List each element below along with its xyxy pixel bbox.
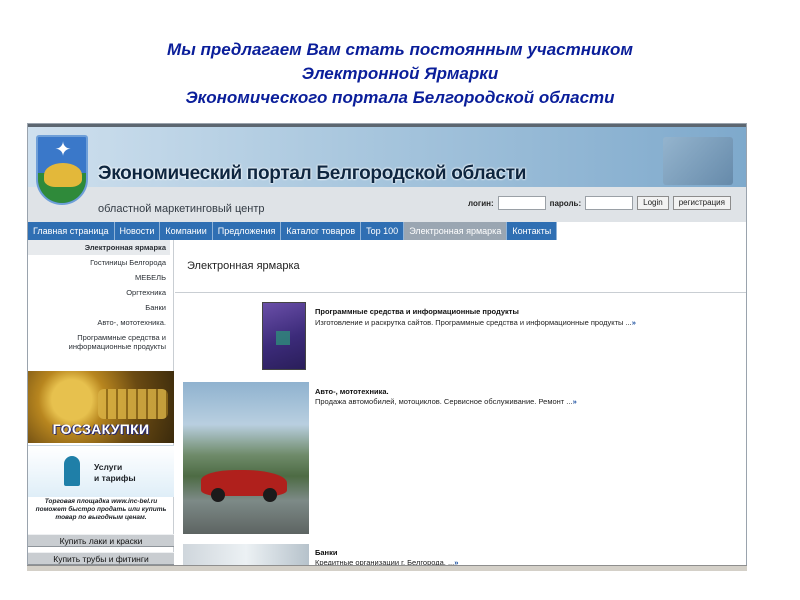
item-desc-software: Изготовление и раскрутка сайтов. Програм… [315, 318, 636, 327]
promo-text: Торговая площадка www.inc-bel.ru поможет… [35, 498, 167, 521]
sidebar: Электронная ярмарка Гостиницы Белгорода … [28, 240, 174, 570]
nav-item-news[interactable]: Новости [115, 222, 161, 240]
slide-title-line-1: Мы предлагаем Вам стать постоянным участ… [167, 40, 633, 59]
goszakupki-label: ГОСЗАКУПКИ [52, 421, 150, 437]
item-title-banks[interactable]: Банки [315, 548, 337, 557]
slide-title: Мы предлагаем Вам стать постоянным участ… [0, 38, 800, 110]
nav-item-offers[interactable]: Предложения [213, 222, 282, 240]
password-label: пароль: [549, 198, 582, 208]
person-icon [64, 456, 80, 486]
register-button[interactable]: регистрация [672, 196, 731, 210]
slide-title-line-2: Электронной Ярмарки [301, 64, 499, 83]
sidebar-item-software[interactable]: Программные средства и информационные пр… [28, 330, 170, 354]
nav-item-companies[interactable]: Компании [160, 222, 213, 240]
sidebar-item-furniture[interactable]: МЕБЕЛЬ [28, 270, 170, 285]
eagle-icon: ✦ [54, 139, 72, 161]
nav-item-home[interactable]: Главная страница [28, 222, 115, 240]
nav-item-top100[interactable]: Top 100 [361, 222, 405, 240]
sidebar-item-e-fair[interactable]: Электронная ярмарка [28, 240, 170, 255]
nav-item-contacts[interactable]: Контакты [507, 222, 558, 240]
content-divider [175, 292, 746, 293]
services-label: Услуги и тарифы [94, 462, 136, 483]
services-banner[interactable]: Услуги и тарифы [28, 445, 174, 497]
car-wheel [263, 488, 277, 502]
portal-header: ✦ Экономический портал Белгородской обла… [28, 127, 746, 222]
buy-paints-button[interactable]: Купить лаки и краски [28, 534, 174, 547]
more-link[interactable]: » [632, 318, 636, 327]
coat-of-arms-logo[interactable]: ✦ [36, 135, 88, 205]
sidebar-item-banks[interactable]: Банки [28, 300, 170, 315]
main-content: Электронная ярмарка Программные средства… [175, 240, 746, 570]
portal-screenshot: ✦ Экономический портал Белгородской обла… [27, 123, 747, 571]
portal-title: Экономический портал Белгородской област… [98, 163, 527, 184]
coins-image [98, 389, 168, 419]
nav-item-catalog[interactable]: Каталог товаров [281, 222, 362, 240]
main-nav: Главная страница Новости Компании Предло… [28, 222, 746, 240]
auto-thumbnail[interactable] [183, 382, 309, 534]
item-desc-auto: Продажа автомобилей, мотоциклов. Сервисн… [315, 397, 577, 406]
browser-status-bar [27, 565, 747, 571]
item-title-software[interactable]: Программные средства и информационные пр… [315, 307, 519, 316]
lion-icon [44, 163, 82, 187]
slide-title-line-3: Экономического портала Белгородской обла… [185, 88, 615, 107]
content-heading: Электронная ярмарка [187, 260, 300, 272]
nav-item-e-fair[interactable]: Электронная ярмарка [404, 222, 508, 240]
login-form: логин: пароль: Login регистрация [468, 195, 731, 211]
sidebar-item-hotels[interactable]: Гостиницы Белгорода [28, 255, 170, 270]
login-input[interactable] [497, 196, 546, 210]
buy-pipes-button[interactable]: Купить трубы и фитинги [28, 552, 174, 565]
car-wheel [211, 488, 225, 502]
goszakupki-banner[interactable]: ГОСЗАКУПКИ [28, 371, 174, 443]
sidebar-item-office-equipment[interactable]: Оргтехника [28, 285, 170, 300]
header-decoration [663, 137, 733, 185]
nav-filler [557, 222, 746, 240]
software-thumbnail[interactable] [262, 302, 306, 370]
password-input[interactable] [585, 196, 634, 210]
login-label: логин: [468, 198, 494, 208]
login-button[interactable]: Login [637, 196, 669, 210]
sidebar-item-auto[interactable]: Авто-, мототехника. [28, 315, 170, 330]
portal-subtitle: областной маркетинговый центр [98, 203, 265, 215]
item-title-auto[interactable]: Авто-, мототехника. [315, 387, 389, 396]
more-link[interactable]: » [573, 397, 577, 406]
